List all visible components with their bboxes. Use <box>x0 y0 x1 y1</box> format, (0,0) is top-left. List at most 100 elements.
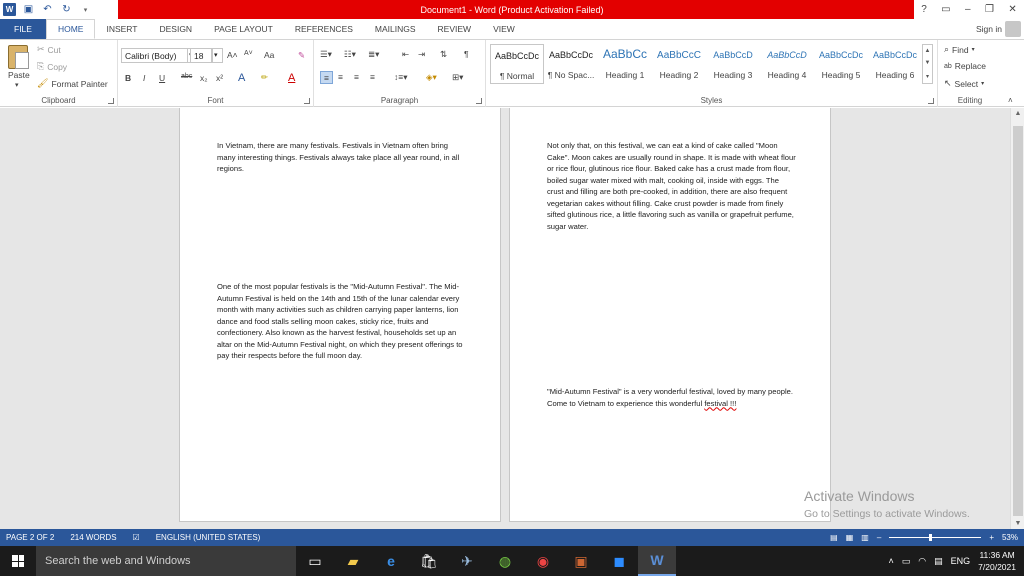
superscript-button[interactable]: x² <box>216 73 223 83</box>
vertical-scrollbar[interactable]: ▲ ▼ <box>1010 108 1024 529</box>
increase-indent-icon[interactable]: ⇥ <box>418 49 425 60</box>
style-heading-5[interactable]: AaBbCcDc Heading 5 <box>814 44 868 84</box>
read-mode-icon[interactable]: ▤ <box>830 533 838 542</box>
ribbon-display-button[interactable]: ▭ <box>941 4 950 15</box>
cut-button[interactable]: ✂ Cut <box>37 44 61 55</box>
web-layout-icon[interactable]: ▥ <box>861 533 869 542</box>
help-button[interactable]: ? <box>921 4 927 15</box>
paragraph-launcher-icon[interactable] <box>476 98 482 104</box>
word-app-icon[interactable]: W <box>3 3 16 16</box>
tab-file[interactable]: FILE <box>0 19 46 39</box>
bold-button[interactable]: B <box>125 73 131 83</box>
tab-mailings[interactable]: MAILINGS <box>364 19 427 39</box>
edge-icon[interactable]: e <box>372 546 410 576</box>
zoom-in-button[interactable]: + <box>989 533 994 542</box>
task-view-icon[interactable]: ▭ <box>296 546 334 576</box>
tab-insert[interactable]: INSERT <box>95 19 148 39</box>
customize-qat-icon[interactable]: ▾ <box>79 3 92 16</box>
decrease-indent-icon[interactable]: ⇤ <box>402 49 409 60</box>
redo-icon[interactable]: ↻ <box>60 3 73 16</box>
proofing-icon[interactable]: ☑ <box>133 533 140 542</box>
clear-formatting-icon[interactable]: ✎ <box>298 50 305 61</box>
paragraph[interactable]: One of the most popular festivals is the… <box>217 281 467 362</box>
page-2[interactable]: Not only that, on this festival, we can … <box>509 108 831 522</box>
style-heading-1[interactable]: AaBbCc Heading 1 <box>598 44 652 84</box>
align-center-icon[interactable]: ≡ <box>338 72 343 82</box>
change-case-button[interactable]: Aa <box>264 50 274 60</box>
tab-design[interactable]: DESIGN <box>148 19 203 39</box>
collapse-ribbon-icon[interactable]: ˄ <box>1008 96 1013 105</box>
paragraph[interactable]: In Vietnam, there are many festivals. Fe… <box>217 140 467 175</box>
sort-icon[interactable]: ⇅ <box>440 49 447 60</box>
restore-button[interactable]: ❐ <box>985 4 994 15</box>
paste-icon[interactable] <box>8 45 29 69</box>
subscript-button[interactable]: x₂ <box>200 73 208 83</box>
style-heading-3[interactable]: AaBbCcD Heading 3 <box>706 44 760 84</box>
notification-icon[interactable]: ▤ <box>934 556 943 567</box>
paste-dropdown-icon[interactable]: ▾ <box>15 81 19 89</box>
style-heading-4[interactable]: AaBbCcD Heading 4 <box>760 44 814 84</box>
page-1[interactable]: In Vietnam, there are many festivals. Fe… <box>179 108 501 522</box>
line-spacing-icon[interactable]: ↕≡▾ <box>394 72 407 83</box>
tab-review[interactable]: REVIEW <box>427 19 483 39</box>
styles-more-icon[interactable]: ▾ <box>926 73 929 80</box>
text-effects-icon[interactable]: A <box>238 72 245 84</box>
numbering-icon[interactable]: ☷▾ <box>344 49 356 60</box>
print-layout-icon[interactable]: ▦ <box>846 533 854 542</box>
paste-button[interactable]: Paste <box>8 70 30 80</box>
tab-page-layout[interactable]: PAGE LAYOUT <box>203 19 284 39</box>
tab-view[interactable]: VIEW <box>482 19 526 39</box>
app-icon[interactable]: ✈ <box>448 546 486 576</box>
tab-home[interactable]: HOME <box>45 19 96 39</box>
shading-icon[interactable]: ◈▾ <box>426 72 437 83</box>
grow-font-button[interactable]: A˄ <box>227 50 238 60</box>
misspelled-word[interactable]: festival !!! <box>704 399 736 408</box>
style-heading-2[interactable]: AaBbCcC Heading 2 <box>652 44 706 84</box>
italic-button[interactable]: I <box>143 73 145 83</box>
language-indicator[interactable]: ENG <box>951 556 971 566</box>
highlight-color-icon[interactable]: ✏ <box>261 72 268 83</box>
justify-icon[interactable]: ≡ <box>370 72 375 82</box>
language-indicator[interactable]: ENGLISH (UNITED STATES) <box>156 533 261 542</box>
scroll-up-icon[interactable]: ▲ <box>1014 110 1022 117</box>
style-normal[interactable]: AaBbCcDc ¶ Normal <box>490 44 544 84</box>
wifi-icon[interactable]: ◠ <box>918 556 926 567</box>
scroll-thumb[interactable] <box>1013 126 1023 516</box>
store-icon[interactable]: 🛍 <box>410 546 448 576</box>
chrome-icon[interactable]: ◉ <box>524 546 562 576</box>
save-icon[interactable]: ▣ <box>22 3 35 16</box>
shrink-font-button[interactable]: A˅ <box>244 50 253 57</box>
taskbar-search-input[interactable]: Search the web and Windows <box>36 546 296 576</box>
close-button[interactable]: ✕ <box>1008 4 1016 15</box>
zoom-out-button[interactable]: – <box>877 533 881 542</box>
zoom-slider[interactable] <box>889 534 982 541</box>
font-size-dropdown-icon[interactable]: ▾ <box>212 48 223 63</box>
styles-down-icon[interactable]: ▼ <box>925 60 931 66</box>
font-family-select[interactable]: Calibri (Body) <box>121 48 188 63</box>
select-button[interactable]: ↖ Select ▾ <box>944 78 984 89</box>
scroll-down-icon[interactable]: ▼ <box>1014 520 1022 527</box>
format-painter-button[interactable]: 🖌 Format Painter <box>37 78 108 89</box>
page-count[interactable]: PAGE 2 OF 2 <box>6 533 54 542</box>
avatar[interactable] <box>1005 21 1021 37</box>
underline-button[interactable]: U <box>159 73 165 83</box>
borders-icon[interactable]: ⊞▾ <box>452 72 463 83</box>
replace-button[interactable]: ab Replace <box>944 61 986 71</box>
styles-up-icon[interactable]: ▲ <box>925 48 931 54</box>
font-size-select[interactable]: 18 <box>190 48 212 63</box>
paragraph[interactable]: "Mid-Autumn Festival" is a very wonderfu… <box>547 386 797 409</box>
battery-icon[interactable]: ▭ <box>902 556 911 567</box>
file-explorer-icon[interactable]: ▰ <box>334 546 372 576</box>
zoom-app-icon[interactable]: ◼ <box>600 546 638 576</box>
start-button[interactable] <box>0 546 36 576</box>
copy-button[interactable]: ⎘ Copy <box>37 61 67 72</box>
zoom-level[interactable]: 53% <box>1002 533 1018 542</box>
paragraph[interactable]: Not only that, on this festival, we can … <box>547 140 797 232</box>
tray-chevron-icon[interactable]: ˄ <box>889 556 894 566</box>
align-right-icon[interactable]: ≡ <box>354 72 359 82</box>
clipboard-launcher-icon[interactable] <box>108 98 114 104</box>
align-left-icon[interactable]: ≡ <box>320 71 333 84</box>
clock[interactable]: 11:36 AM 7/20/2021 <box>978 549 1016 573</box>
find-button[interactable]: ⌕ Find ▾ <box>944 44 975 55</box>
show-formatting-button[interactable]: ¶ <box>464 49 469 59</box>
